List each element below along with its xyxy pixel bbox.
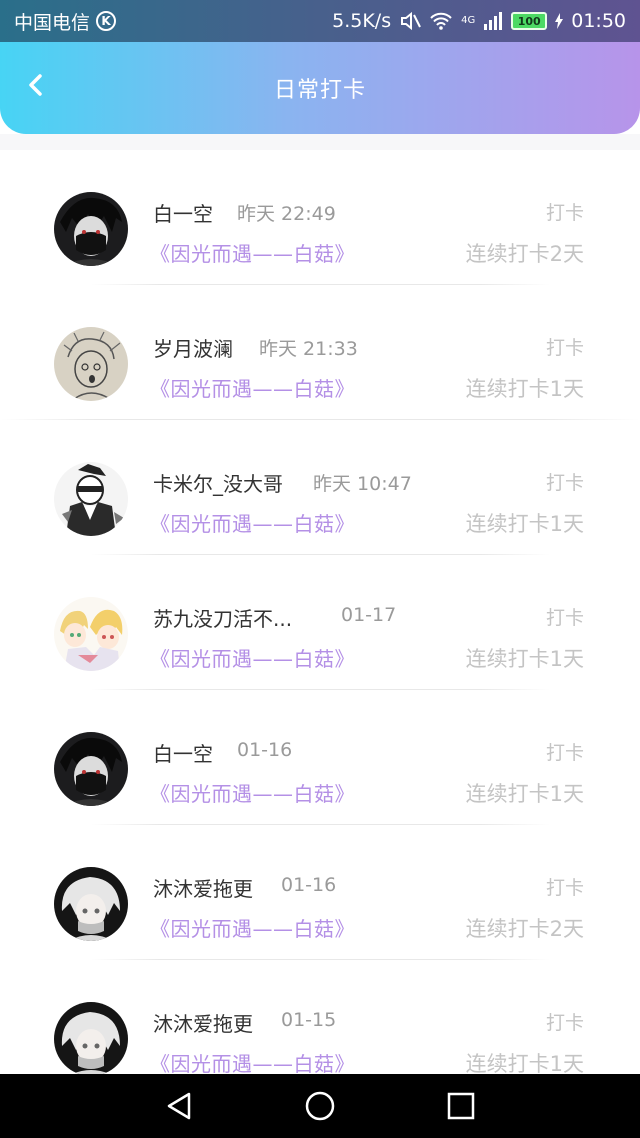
checkin-time: 01-17 [341, 604, 397, 626]
list-item[interactable]: 白一空 01-16 《因光而遇——白菇》 打卡 连续打卡1天 [0, 690, 640, 825]
clock: 01:50 [571, 10, 626, 32]
book-title[interactable]: 《因光而遇——白菇》 [150, 1048, 355, 1074]
streak-count: 连续打卡1天 [465, 782, 584, 806]
wifi-icon [429, 11, 453, 31]
streak-count: 连续打卡2天 [465, 242, 584, 266]
user-name[interactable]: 岁月波澜 [153, 333, 233, 362]
checkin-label: 打卡 [545, 607, 584, 629]
user-name[interactable]: 苏九没刀活不... [153, 603, 292, 632]
checkin-label: 打卡 [545, 742, 584, 764]
list-item[interactable]: 白一空 昨天 22:49 《因光而遇——白菇》 打卡 连续打卡2天 [0, 150, 640, 285]
recents-square-icon[interactable] [447, 1092, 475, 1120]
list-item[interactable]: 沐沐爱拖更 01-16 《因光而遇——白菇》 打卡 连续打卡2天 [0, 825, 640, 960]
book-title[interactable]: 《因光而遇——白菇》 [150, 643, 355, 672]
charging-icon [555, 13, 564, 29]
back-button[interactable] [18, 68, 52, 102]
checkin-label: 打卡 [545, 337, 584, 359]
list-item[interactable]: 岁月波澜 昨天 21:33 《因光而遇——白菇》 打卡 连续打卡1天 [0, 285, 640, 420]
avatar[interactable] [54, 732, 128, 806]
book-title[interactable]: 《因光而遇——白菇》 [150, 913, 355, 942]
user-name[interactable]: 沐沐爱拖更 [153, 1008, 253, 1037]
checkin-label: 打卡 [545, 877, 584, 899]
mute-icon [399, 11, 422, 31]
chevron-left-icon [29, 74, 42, 96]
user-name[interactable]: 白一空 [153, 738, 213, 767]
avatar[interactable] [54, 597, 128, 671]
streak-count: 连续打卡1天 [465, 512, 584, 536]
user-name[interactable]: 卡米尔_没大哥 [153, 468, 283, 497]
book-title[interactable]: 《因光而遇——白菇》 [150, 778, 355, 807]
carrier-badge: K [96, 11, 117, 31]
checkin-time: 01-16 [281, 874, 337, 896]
system-nav-bar [0, 1074, 640, 1138]
book-title[interactable]: 《因光而遇——白菇》 [150, 373, 355, 402]
back-triangle-icon[interactable] [165, 1091, 193, 1121]
book-title[interactable]: 《因光而遇——白菇》 [150, 238, 355, 267]
list-top-divider [0, 134, 640, 150]
checkin-time: 01-16 [237, 739, 293, 761]
book-title[interactable]: 《因光而遇——白菇》 [150, 508, 355, 537]
network-type: 4G [461, 15, 476, 26]
carrier-name: 中国电信 [14, 11, 91, 34]
avatar[interactable] [54, 462, 128, 536]
checkin-list[interactable]: 白一空 昨天 22:49 《因光而遇——白菇》 打卡 连续打卡2天 岁月波澜 昨… [0, 150, 640, 1074]
user-name[interactable]: 白一空 [153, 198, 213, 227]
checkin-time: 01-15 [281, 1009, 337, 1031]
home-circle-icon[interactable] [304, 1090, 336, 1122]
list-item[interactable]: 沐沐爱拖更 01-15 《因光而遇——白菇》 打卡 连续打卡1天 [0, 960, 640, 1074]
page-title: 日常打卡 [273, 78, 366, 103]
checkin-time: 昨天 21:33 [259, 338, 358, 360]
checkin-time: 昨天 22:49 [237, 203, 336, 225]
checkin-time: 昨天 10:47 [313, 473, 412, 495]
streak-count: 连续打卡2天 [465, 917, 584, 941]
network-speed: 5.5K/s [332, 10, 392, 32]
battery-indicator: 100 [511, 12, 548, 30]
streak-count: 连续打卡1天 [465, 377, 584, 401]
user-name[interactable]: 沐沐爱拖更 [153, 873, 253, 902]
avatar[interactable] [54, 327, 128, 401]
checkin-label: 打卡 [545, 202, 584, 224]
avatar[interactable] [54, 1002, 128, 1074]
avatar[interactable] [54, 867, 128, 941]
signal-icon [483, 12, 503, 30]
checkin-label: 打卡 [545, 1012, 584, 1034]
status-bar: 中国电信 K 5.5K/s 4G 100 01:50 [0, 0, 640, 42]
streak-count: 连续打卡1天 [465, 647, 584, 671]
checkin-label: 打卡 [545, 472, 584, 494]
streak-count: 连续打卡1天 [465, 1052, 584, 1074]
list-item[interactable]: 苏九没刀活不... 01-17 《因光而遇——白菇》 打卡 连续打卡1天 [0, 555, 640, 690]
avatar[interactable] [54, 192, 128, 266]
list-item[interactable]: 卡米尔_没大哥 昨天 10:47 《因光而遇——白菇》 打卡 连续打卡1天 [0, 420, 640, 555]
nav-bar: 日常打卡 [0, 42, 640, 134]
